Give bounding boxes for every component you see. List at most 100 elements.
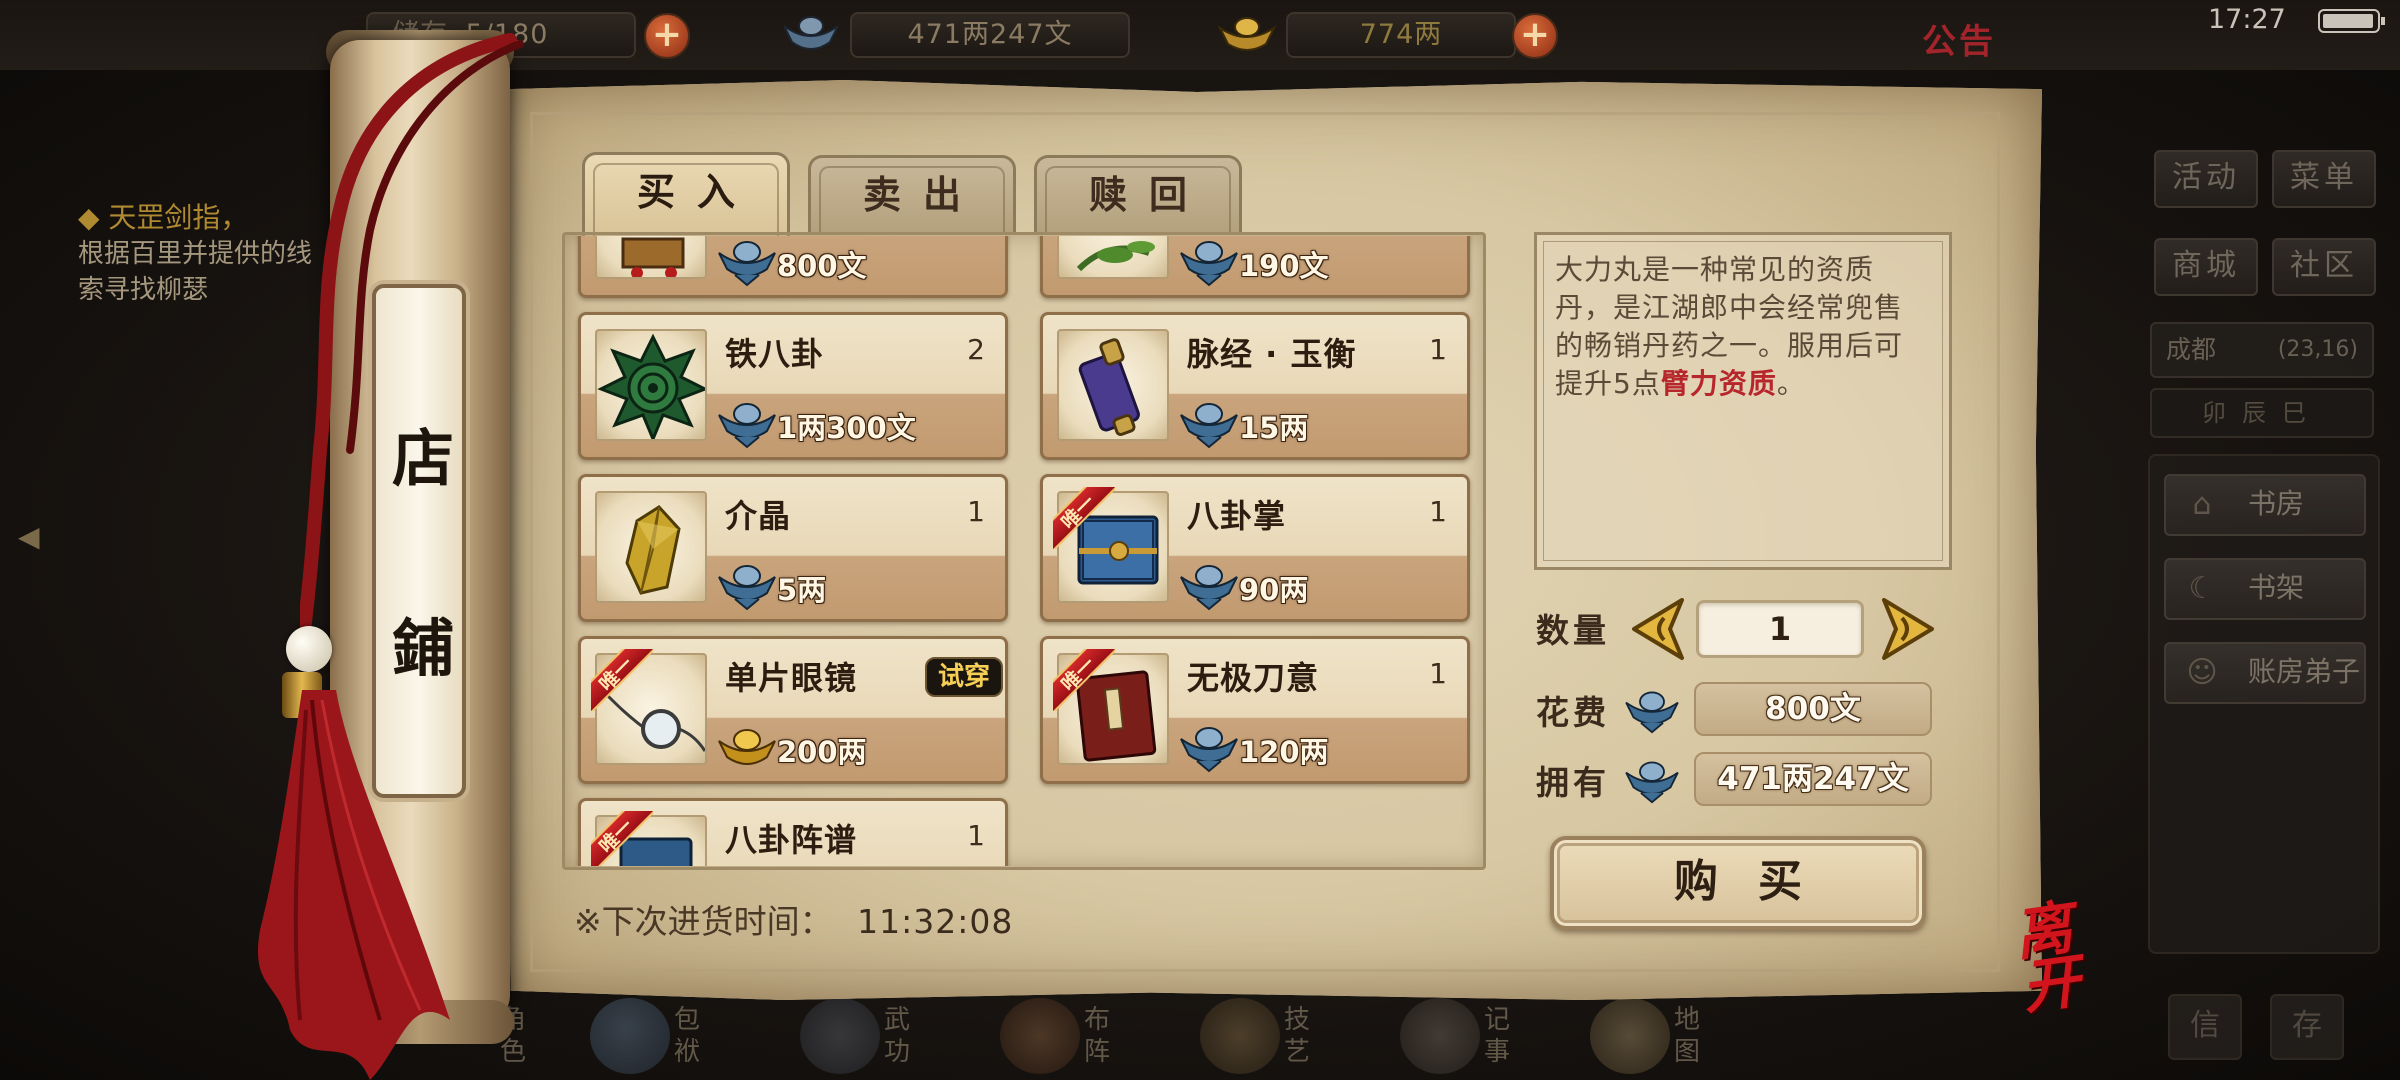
item-price: 200两 (777, 735, 867, 769)
item-name: 铁八卦 (725, 335, 825, 373)
owned-label: 拥有 (1536, 763, 1610, 802)
owned-value: 471两247文 (1694, 752, 1932, 806)
item-list[interactable]: 800文 190文 铁八卦 2 1两300文 脉经 · 玉衡 1 15两 介晶 … (568, 236, 1480, 866)
books-icon (800, 998, 880, 1074)
tab-buy[interactable]: 买入 (582, 152, 790, 238)
nav-formation[interactable]: 布阵 (1000, 990, 1150, 1080)
nav-martial-arts[interactable]: 武功 (800, 990, 950, 1080)
silver-ingot-icon (1180, 403, 1238, 449)
house-icon: ⌂ (2192, 487, 2212, 522)
item-price: 800文 (777, 249, 867, 283)
silver-balance: 471两247文 (850, 12, 1130, 58)
nav-journal[interactable]: 记事 (1400, 990, 1550, 1080)
item-name: 无极刀意 (1187, 659, 1320, 697)
item-qty: 1 (1429, 657, 1447, 690)
item-qty: 2 (967, 333, 985, 366)
tassel-cord (300, 33, 524, 667)
herb-icon (1057, 236, 1169, 279)
item-qty: 1 (1429, 495, 1447, 528)
gold-ingot-icon (718, 729, 776, 765)
silver-ingot-icon (1180, 241, 1238, 287)
quest-tracker[interactable]: ◆ 天罡剑指， 根据百里并提供的线 索寻找柳瑟 (78, 200, 312, 308)
restock-time: 11:32:08 (857, 902, 1014, 941)
leave-button[interactable]: 离开 (2010, 893, 2135, 1022)
buy-gold-button[interactable]: + (1512, 13, 1558, 59)
iron-bagua-icon (595, 329, 707, 441)
unique-badge: 唯一 (1053, 487, 1115, 549)
clock: 17:27 (2208, 4, 2286, 35)
activity-button[interactable]: 活动 (2154, 150, 2258, 208)
quantity-label: 数量 (1536, 611, 1610, 650)
item-card[interactable]: 脉经 · 玉衡 1 15两 (1040, 312, 1470, 460)
yin-yang-icon (1000, 998, 1080, 1074)
menu-button[interactable]: 菜单 (2272, 150, 2376, 208)
item-card[interactable]: 铁八卦 2 1两300文 (578, 312, 1008, 460)
item-price: 190文 (1239, 249, 1329, 283)
nav-map[interactable]: 地图 (1590, 990, 1740, 1080)
item-card[interactable]: 800文 (578, 236, 1008, 298)
nav-bag[interactable]: 包袱 (590, 990, 740, 1080)
decrease-quantity-button[interactable] (1628, 596, 1688, 662)
increase-quantity-button[interactable] (1878, 596, 1938, 662)
item-price: 1两300文 (777, 411, 916, 445)
description-end: 。 (1776, 367, 1806, 400)
quest-line: 索寻找柳瑟 (78, 275, 209, 305)
buy-button[interactable]: 购买 (1550, 836, 1926, 930)
bag-icon (590, 998, 670, 1074)
unique-badge: 唯一 (591, 811, 653, 866)
item-name: 脉经 · 玉衡 (1187, 335, 1357, 373)
nav-skills[interactable]: 技艺 (1200, 990, 1350, 1080)
item-card[interactable]: 介晶 1 5两 (578, 474, 1008, 622)
gold-ingot-icon (1217, 17, 1277, 51)
community-button[interactable]: 社区 (2272, 238, 2376, 296)
item-price: 120两 (1239, 735, 1329, 769)
try-on-badge[interactable]: 试穿 (925, 657, 1003, 697)
mail-button[interactable]: 信 (2168, 994, 2242, 1060)
expand-bag-button[interactable]: + (644, 13, 690, 59)
side-item-bookshelf[interactable]: ☾ 书架 (2164, 558, 2366, 620)
restock-timer: ※下次进货时间： 11:32:08 (574, 895, 1013, 943)
battery-icon (2318, 9, 2385, 33)
tab-redeem[interactable]: 赎回 (1034, 155, 1242, 235)
item-card[interactable]: 唯一 八卦阵谱 1 (578, 798, 1008, 866)
silver-ingot-icon (1180, 727, 1238, 773)
item-card[interactable]: 唯一 无极刀意 1 120两 (1040, 636, 1470, 784)
journal-icon (1400, 998, 1480, 1074)
item-card[interactable]: 190文 (1040, 236, 1470, 298)
silver-ingot-icon (1625, 691, 1679, 734)
quantity-input[interactable]: 1 (1696, 600, 1864, 658)
item-price: 90两 (1239, 573, 1309, 607)
notice-button[interactable]: 公告 (1922, 14, 1996, 63)
silver-ingot-icon (783, 16, 839, 50)
item-description: 大力丸是一种常见的资质丹，是江湖郎中会经常兜售的畅销丹药之一。服用后可提升5点臂… (1534, 232, 1952, 570)
save-button[interactable]: 存 (2270, 994, 2344, 1060)
item-card[interactable]: 唯一 单片眼镜 试穿 200两 (578, 636, 1008, 784)
side-item-study[interactable]: ⌂ 书房 (2164, 474, 2366, 536)
gold-balance: 774两 (1286, 12, 1516, 58)
description-highlight: 臂力资质 (1660, 367, 1777, 400)
item-name: 介晶 (725, 497, 792, 535)
red-tassel (257, 690, 450, 1080)
mall-button[interactable]: 商城 (2154, 238, 2258, 296)
item-name: 八卦掌 (1187, 497, 1287, 535)
cost-label: 花费 (1536, 693, 1610, 732)
silver-ingot-icon (718, 403, 776, 449)
map-icon (1590, 998, 1670, 1074)
location-display[interactable]: 成都 (23,16) (2150, 322, 2374, 378)
collapse-arrow-icon[interactable]: ◀ (18, 520, 58, 560)
unique-badge: 唯一 (1053, 649, 1115, 711)
skills-icon (1200, 998, 1280, 1074)
side-item-label: 书房 (2248, 487, 2305, 520)
item-price: 15两 (1239, 411, 1309, 445)
item-price: 5两 (777, 573, 827, 607)
silver-ingot-icon (718, 565, 776, 611)
silver-ingot-icon (1180, 565, 1238, 611)
location-coords: (23,16) (2277, 337, 2358, 362)
item-card[interactable]: 唯一 八卦掌 1 90两 (1040, 474, 1470, 622)
location-city: 成都 (2166, 335, 2217, 364)
silver-ingot-icon (718, 241, 776, 287)
person-icon: ☺ (2186, 655, 2218, 690)
side-item-label: 书架 (2248, 571, 2305, 604)
tab-sell[interactable]: 卖出 (808, 155, 1016, 235)
side-item-accountant[interactable]: ☺ 账房弟子 (2164, 642, 2366, 704)
